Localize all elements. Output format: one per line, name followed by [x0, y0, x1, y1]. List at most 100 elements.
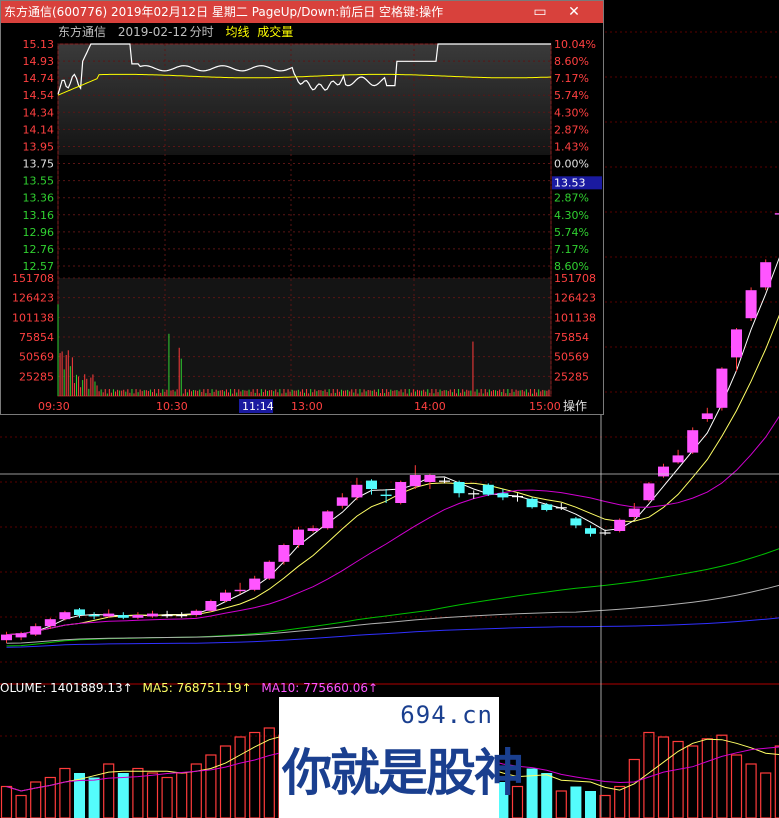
candle [59, 610, 71, 621]
candle [336, 493, 348, 509]
candle [643, 482, 655, 502]
percent-tick: 4.30% [554, 209, 589, 222]
volume-tick: 126423 [12, 292, 54, 305]
candle-body [322, 511, 334, 529]
candle-body [44, 619, 56, 627]
candle-body [555, 507, 567, 509]
candle [731, 328, 742, 372]
stock-name: 东方通信 [58, 25, 107, 39]
volume-tick-right: 25285 [554, 370, 589, 383]
volume-bar [614, 785, 626, 818]
volume-bar [701, 738, 713, 818]
percent-tick: 8.60% [554, 55, 589, 68]
time-tick: 15:00 [529, 400, 561, 413]
candle-body [380, 494, 392, 496]
candle-body [74, 609, 85, 615]
percent-tick: 5.74% [554, 89, 589, 102]
restore-icon[interactable]: ▭ [529, 1, 551, 23]
candle-body [293, 529, 304, 545]
ma10-label: MA10: 775660.06↑ [261, 681, 379, 695]
volume-tick-right: 50569 [554, 351, 589, 364]
candle [628, 503, 640, 520]
volume-toggle[interactable]: 成交量 [257, 25, 293, 39]
volume-tick-right: 151708 [554, 272, 596, 285]
candle-body [1, 634, 12, 641]
candle-body [409, 475, 421, 487]
volume-tick-right: 75854 [554, 331, 589, 344]
candle-body [512, 496, 523, 498]
candle [482, 483, 494, 496]
candle-body [15, 633, 27, 638]
price-tick: 13.95 [23, 140, 55, 153]
popup-titlebar[interactable]: 东方通信(600776) 2019年02月12日 星期二 PageUp/Down… [1, 1, 603, 23]
candle-body [701, 413, 713, 419]
volume-bar [716, 734, 728, 818]
candle-body [147, 613, 158, 617]
percent-tick: 2.87% [554, 123, 589, 136]
candle-body [234, 589, 246, 592]
volume-bar [570, 786, 582, 818]
volume-bar [205, 754, 217, 818]
volume-tick: 75854 [19, 331, 54, 344]
candle-body [570, 518, 582, 526]
intraday-popup-window[interactable]: 东方通信(600776) 2019年02月12日 星期二 PageUp/Down… [0, 0, 604, 415]
candle-body [672, 455, 684, 463]
volume-label: OLUME: 1401889.13↑ [0, 681, 133, 695]
candle [716, 367, 728, 411]
percent-tick: 0.00% [554, 158, 589, 171]
ma-green-line [6, 548, 779, 647]
intraday-chart[interactable]: 15.13 10.04% 14.93 8.60% 14.74 7.17% 14.54 5.74… [1, 23, 603, 415]
candle [760, 259, 772, 291]
candle [380, 489, 392, 503]
candle-body [760, 262, 772, 288]
candle-body [30, 626, 42, 635]
avg-line-label[interactable]: 均线 [225, 25, 249, 39]
chart-date: 2019-02-12 [117, 25, 188, 39]
volume-tick: 50569 [19, 351, 54, 364]
price-tick: 13.75 [23, 158, 55, 171]
volume-bar [672, 740, 684, 818]
candle [672, 449, 684, 464]
current-price-label: 13.53 [554, 176, 586, 189]
percent-tick: 1.43% [554, 140, 589, 153]
candle [205, 599, 217, 613]
candle-body [658, 466, 669, 477]
volume-bar [0, 785, 13, 818]
volume-bar [745, 763, 757, 818]
price-tick: 13.16 [23, 209, 55, 222]
volume-bar [161, 776, 173, 818]
volume-bar [234, 736, 246, 818]
candle [395, 480, 407, 505]
candle-body [263, 561, 275, 579]
volume-tick: 101138 [12, 311, 54, 324]
candle [322, 510, 334, 530]
percent-tick: 4.30% [554, 106, 589, 119]
candle-body [161, 615, 173, 617]
volume-bar [599, 794, 611, 818]
candle [278, 543, 290, 565]
volume-bar [176, 772, 188, 818]
candle-body [88, 615, 100, 617]
percent-tick: 2.87% [554, 192, 589, 205]
watermark-domain: 694.cn [400, 701, 493, 729]
candle-body [103, 613, 115, 617]
volume-indicator-bar: OLUME: 1401889.13↑ MA5: 768751.19↑ MA10:… [0, 681, 384, 695]
volume-bar [146, 772, 159, 818]
close-icon[interactable]: ✕ [563, 1, 585, 23]
price-tick: 14.14 [23, 123, 55, 136]
watermark-slogan: 你就是股神 [282, 744, 524, 802]
candle-body [468, 493, 480, 495]
volume-bar [219, 745, 232, 818]
volume-bar [585, 791, 596, 818]
candle-body [643, 483, 655, 501]
price-tick: 14.74 [23, 72, 55, 85]
candle-body [614, 519, 626, 531]
candle-body [249, 578, 261, 590]
price-tick: 14.93 [23, 55, 55, 68]
candle-body [424, 475, 436, 482]
volume-bar [760, 772, 772, 818]
popup-title: 东方通信(600776) 2019年02月12日 星期二 PageUp/Down… [4, 5, 444, 19]
candle-body [541, 504, 553, 510]
candle-body [307, 528, 319, 531]
percent-tick: 5.74% [554, 226, 589, 239]
